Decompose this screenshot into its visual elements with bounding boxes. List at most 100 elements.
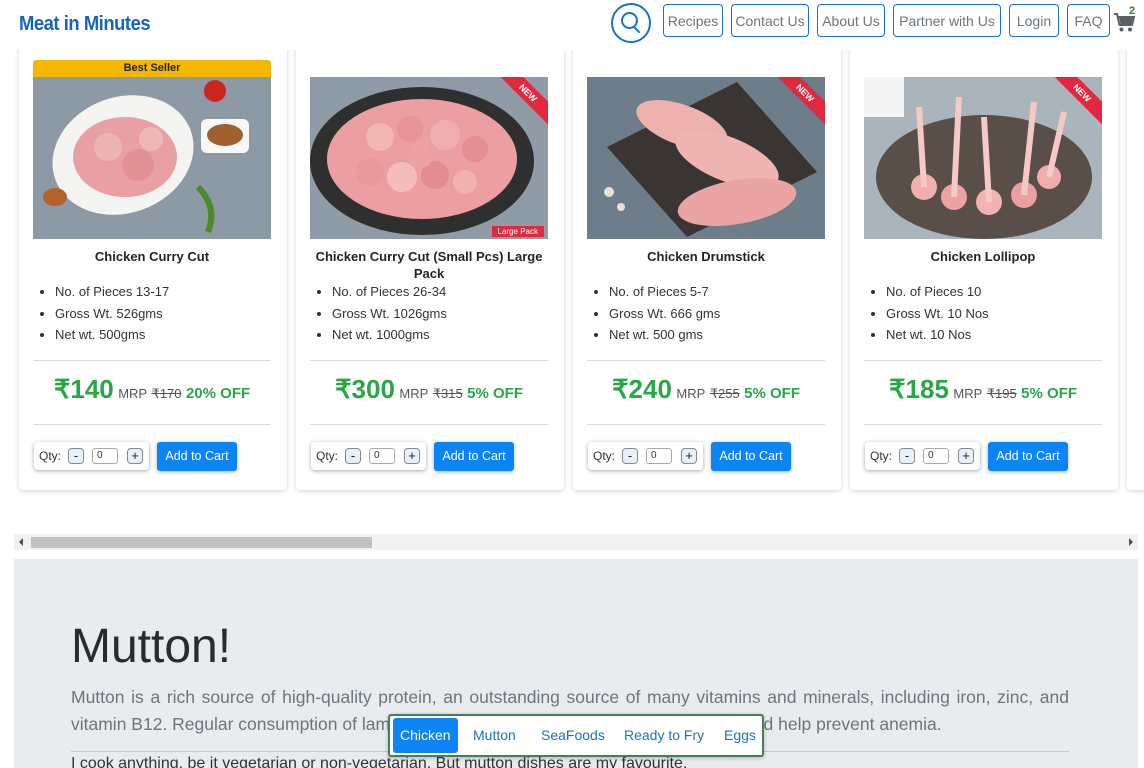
category-nav: Chicken Mutton SeaFoods Ready to Fry Egg… xyxy=(388,714,764,757)
add-to-cart-button[interactable]: Add to Cart xyxy=(157,442,237,471)
divider xyxy=(864,360,1102,361)
spec-item: Net wt. 500gms xyxy=(55,324,169,346)
mrp-price: ₹315 xyxy=(432,386,463,401)
product-image[interactable]: NEW xyxy=(587,77,825,239)
product-specs: No. of Pieces 26-34 Gross Wt. 1026gms Ne… xyxy=(318,281,447,346)
add-to-cart-button[interactable]: Add to Cart xyxy=(988,442,1068,471)
site-header: Meat in Minutes Recipes Contact Us About… xyxy=(0,0,1144,50)
best-seller-badge: Best Seller xyxy=(33,60,271,77)
qty-input[interactable]: 0 xyxy=(923,448,949,464)
divider xyxy=(587,424,825,425)
scroll-left-icon[interactable] xyxy=(19,538,23,546)
nav-about-us[interactable]: About Us xyxy=(817,4,885,37)
qty-label: Qty: xyxy=(870,449,893,463)
category-tab-mutton[interactable]: Mutton xyxy=(466,718,523,753)
spec-item: Gross Wt. 526gms xyxy=(55,303,169,325)
category-tab-eggs[interactable]: Eggs xyxy=(717,718,763,753)
scrollbar-thumb[interactable] xyxy=(31,537,372,548)
divider xyxy=(310,424,548,425)
quantity-stepper: Qty: - 0 + xyxy=(865,442,980,470)
mrp-label: MRP xyxy=(118,386,148,401)
qty-decrement-button[interactable]: - xyxy=(622,448,638,464)
product-specs: No. of Pieces 5-7 Gross Wt. 666 gms Net … xyxy=(595,281,720,346)
product-card-partial xyxy=(1127,40,1144,490)
product-card: NEW Chicken Drumstick No. of Pieces 5-7 … xyxy=(573,40,841,490)
price-line: ₹185 MRP ₹195 5% OFF xyxy=(864,374,1102,405)
price-line: ₹300 MRP ₹315 5% OFF xyxy=(310,374,548,405)
nav-partner-with-us[interactable]: Partner with Us xyxy=(893,4,1001,37)
scroll-right-icon[interactable] xyxy=(1129,538,1133,546)
divider xyxy=(33,424,271,425)
quantity-stepper: Qty: - 0 + xyxy=(311,442,426,470)
qty-input[interactable]: 0 xyxy=(646,448,672,464)
qty-label: Qty: xyxy=(39,449,62,463)
sale-price: ₹300 xyxy=(335,374,395,404)
product-image[interactable]: NEW xyxy=(864,77,1102,239)
qty-increment-button[interactable]: + xyxy=(127,448,143,464)
discount-label: 5% OFF xyxy=(1021,385,1077,402)
discount-label: 5% OFF xyxy=(467,385,523,402)
mrp-price: ₹255 xyxy=(709,386,740,401)
add-to-cart-button[interactable]: Add to Cart xyxy=(434,442,514,471)
spec-item: No. of Pieces 10 xyxy=(886,281,989,303)
divider xyxy=(587,360,825,361)
product-card: NEW Chicken Lollipop No. of Pieces 10 Gr… xyxy=(850,40,1118,490)
discount-label: 20% OFF xyxy=(185,385,251,402)
qty-increment-button[interactable]: + xyxy=(681,448,697,464)
price-line: ₹240 MRP ₹255 5% OFF xyxy=(587,374,825,405)
category-tab-chicken[interactable]: Chicken xyxy=(393,718,458,753)
mrp-label: MRP xyxy=(953,386,983,401)
sale-price: ₹240 xyxy=(612,374,672,404)
product-card: NEW Large Pack Chicken Curry Cut (Small … xyxy=(296,40,564,490)
qty-input[interactable]: 0 xyxy=(369,448,395,464)
spec-item: Gross Wt. 1026gms xyxy=(332,303,447,325)
products-scrollbar[interactable] xyxy=(14,534,1138,550)
divider xyxy=(864,424,1102,425)
sale-price: ₹185 xyxy=(889,374,949,404)
product-card: Best Seller Chicken Curry Cut No. of Pie… xyxy=(19,40,287,490)
mrp-price: ₹195 xyxy=(986,386,1017,401)
nav-contact-us[interactable]: Contact Us xyxy=(731,4,809,37)
mrp-label: MRP xyxy=(399,386,429,401)
category-tab-ready-to-fry[interactable]: Ready to Fry xyxy=(617,718,711,753)
qty-decrement-button[interactable]: - xyxy=(345,448,361,464)
spec-item: No. of Pieces 5-7 xyxy=(609,281,720,303)
spec-item: No. of Pieces 13-17 xyxy=(55,281,169,303)
spec-item: Net wt. 1000gms xyxy=(332,324,447,346)
divider xyxy=(33,360,271,361)
qty-input[interactable]: 0 xyxy=(92,448,118,464)
site-logo[interactable]: Meat in Minutes xyxy=(19,13,151,36)
nav-login[interactable]: Login xyxy=(1009,4,1059,37)
mrp-label: MRP xyxy=(676,386,706,401)
quantity-stepper: Qty: - 0 + xyxy=(34,442,149,470)
cart-count-badge: 2 xyxy=(1129,5,1136,17)
product-specs: No. of Pieces 10 Gross Wt. 10 Nos Net wt… xyxy=(872,281,989,346)
product-name[interactable]: Chicken Lollipop xyxy=(864,248,1102,265)
spec-item: Gross Wt. 10 Nos xyxy=(886,303,989,325)
product-specs: No. of Pieces 13-17 Gross Wt. 526gms Net… xyxy=(41,281,169,346)
spec-item: Net wt. 500 gms xyxy=(609,324,720,346)
search-button[interactable] xyxy=(611,3,651,43)
product-name[interactable]: Chicken Curry Cut xyxy=(33,248,271,265)
section-title: Mutton! xyxy=(71,620,232,673)
nav-recipes[interactable]: Recipes xyxy=(663,4,723,37)
qty-decrement-button[interactable]: - xyxy=(68,448,84,464)
quantity-stepper: Qty: - 0 + xyxy=(588,442,703,470)
product-image[interactable] xyxy=(33,77,271,239)
divider xyxy=(310,360,548,361)
product-image[interactable]: NEW Large Pack xyxy=(310,77,548,239)
nav-faq[interactable]: FAQ xyxy=(1067,4,1110,37)
add-to-cart-button[interactable]: Add to Cart xyxy=(711,442,791,471)
qty-increment-button[interactable]: + xyxy=(958,448,974,464)
product-name[interactable]: Chicken Curry Cut (Small Pcs) Large Pack xyxy=(310,248,548,282)
spec-item: No. of Pieces 26-34 xyxy=(332,281,447,303)
cart-button[interactable]: 2 xyxy=(1113,5,1141,35)
spec-item: Gross Wt. 666 gms xyxy=(609,303,720,325)
qty-increment-button[interactable]: + xyxy=(404,448,420,464)
large-pack-tag: Large Pack xyxy=(491,226,544,237)
product-name[interactable]: Chicken Drumstick xyxy=(587,248,825,265)
discount-label: 5% OFF xyxy=(744,385,800,402)
sale-price: ₹140 xyxy=(53,374,114,404)
category-tab-seafoods[interactable]: SeaFoods xyxy=(534,718,612,753)
qty-decrement-button[interactable]: - xyxy=(899,448,915,464)
